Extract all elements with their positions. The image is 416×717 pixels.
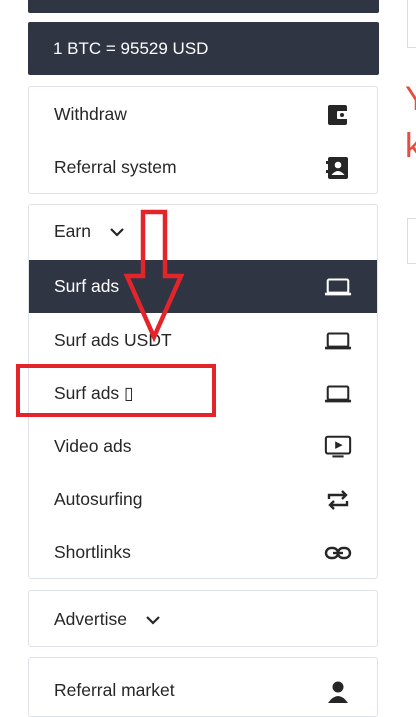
id-badge-icon — [324, 154, 352, 182]
laptop-icon — [324, 327, 352, 355]
laptop-icon — [324, 380, 352, 408]
menu-item-video-ads[interactable]: Video ads — [29, 420, 377, 473]
right-panel-letter: k — [405, 127, 416, 165]
menu-item-label: Surf ads USDT — [54, 330, 172, 350]
earn-dropdown-toggle[interactable]: Earn — [29, 205, 377, 258]
top-partial-block — [28, 0, 379, 13]
menu-item-label: Referral system — [54, 157, 177, 177]
laptop-icon — [324, 273, 352, 301]
btc-rate-bar: 1 BTC = 95529 USD — [28, 22, 379, 75]
menu-item-label: Video ads — [54, 436, 132, 456]
market-menu: Referral market — [28, 657, 378, 717]
chevron-down-icon — [109, 224, 125, 240]
link-icon — [324, 539, 352, 567]
menu-item-label: Surf ads ▯ — [54, 383, 134, 403]
menu-item-shortlinks[interactable]: Shortlinks — [29, 526, 377, 579]
menu-item-referral-system[interactable]: Referral system — [29, 141, 377, 194]
repeat-icon — [324, 486, 352, 514]
menu-item-referral-market[interactable]: Referral market — [29, 664, 377, 716]
earn-label: Earn — [54, 221, 91, 241]
chevron-down-icon — [145, 612, 161, 628]
btc-rate-text: 1 BTC = 95529 USD — [53, 38, 209, 58]
menu-item-surf-ads-usdt[interactable]: Surf ads USDT — [29, 314, 377, 367]
menu-item-label: Referral market — [54, 680, 175, 700]
menu-item-surf-ads[interactable]: Surf ads — [29, 260, 377, 313]
advertise-menu: Advertise — [28, 590, 378, 647]
menu-item-label: Withdraw — [54, 104, 127, 124]
user-icon — [324, 677, 352, 705]
tv-play-icon — [324, 433, 352, 461]
menu-item-label: Shortlinks — [54, 542, 131, 562]
menu-item-autosurfing[interactable]: Autosurfing — [29, 473, 377, 526]
account-menu: Withdraw Referral system — [28, 86, 378, 194]
right-panel-edge — [407, 218, 416, 264]
menu-item-label: Autosurfing — [54, 489, 143, 509]
earn-menu: Earn Surf ads Surf ads USDT Surf ads ▯ V… — [28, 204, 378, 579]
wallet-icon — [324, 101, 352, 129]
advertise-dropdown-toggle[interactable]: Advertise — [29, 593, 377, 646]
menu-item-surf-ads-alt[interactable]: Surf ads ▯ — [29, 367, 377, 420]
right-panel-edge — [407, 0, 416, 48]
menu-item-label: Surf ads — [54, 276, 120, 296]
right-panel-letter: Y — [405, 80, 416, 119]
advertise-label: Advertise — [54, 609, 127, 629]
menu-item-withdraw[interactable]: Withdraw — [29, 88, 377, 141]
